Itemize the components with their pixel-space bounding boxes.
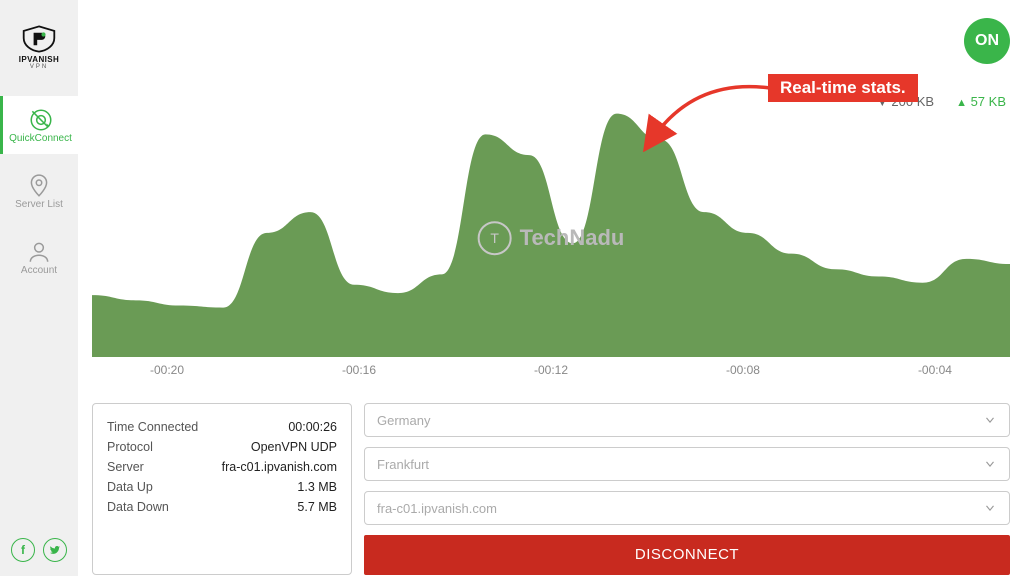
x-tick: -00:20 [150,363,184,377]
x-tick: -00:16 [342,363,376,377]
brand-logo: IPVANISH VPN [9,24,69,70]
chevron-down-icon [983,457,997,471]
connection-controls: Germany Frankfurt fra-c01.ipvanish.com D… [364,403,1010,575]
sidebar: IPVANISH VPN QuickConnect Server List Ac… [0,0,78,576]
area-chart-svg [92,98,1010,357]
info-row: Data Up1.3 MB [107,480,337,494]
traffic-chart: ▼ 200 KB ▲ 57 KB T TechNadu [92,98,1010,357]
x-tick: -00:12 [534,363,568,377]
brand-sub: VPN [30,64,48,70]
country-select[interactable]: Germany [364,403,1010,437]
target-icon [28,107,54,133]
info-row: ProtocolOpenVPN UDP [107,440,337,454]
upload-rate: ▲ 57 KB [956,94,1006,109]
connection-info-box: Time Connected00:00:26 ProtocolOpenVPN U… [92,403,352,575]
sidebar-item-serverlist[interactable]: Server List [0,162,78,220]
x-tick: -00:04 [918,363,952,377]
server-select[interactable]: fra-c01.ipvanish.com [364,491,1010,525]
city-select[interactable]: Frankfurt [364,447,1010,481]
social-links: f [0,538,78,562]
sidebar-item-label: Server List [15,199,63,210]
arrow-up-icon: ▲ [956,97,967,109]
location-pin-icon [26,173,52,199]
chevron-down-icon [983,413,997,427]
chevron-down-icon [983,501,997,515]
main-panel: ON Real-time stats. ▼ 200 KB ▲ 57 KB T T… [78,0,1024,576]
select-value: Frankfurt [377,457,429,472]
app-root: IPVANISH VPN QuickConnect Server List Ac… [0,0,1024,576]
select-value: Germany [377,413,430,428]
chart-x-axis: -00:20 -00:16 -00:12 -00:08 -00:04 [92,357,1010,377]
user-icon [26,239,52,265]
status-badge[interactable]: ON [964,18,1010,64]
facebook-icon[interactable]: f [11,538,35,562]
twitter-icon[interactable] [43,538,67,562]
info-row: Data Down5.7 MB [107,500,337,514]
sidebar-item-label: Account [21,265,57,276]
sidebar-item-account[interactable]: Account [0,228,78,286]
disconnect-button[interactable]: DISCONNECT [364,535,1010,575]
shield-p-icon [21,25,57,53]
info-row: Serverfra-c01.ipvanish.com [107,460,337,474]
select-value: fra-c01.ipvanish.com [377,501,497,516]
lower-panel: Time Connected00:00:26 ProtocolOpenVPN U… [92,403,1010,575]
brand-name: IPVANISH [19,55,59,64]
sidebar-nav: QuickConnect Server List Account [0,96,78,286]
sidebar-item-quickconnect[interactable]: QuickConnect [0,96,78,154]
annotation-callout: Real-time stats. [768,74,918,102]
x-tick: -00:08 [726,363,760,377]
info-row: Time Connected00:00:26 [107,420,337,434]
sidebar-item-label: QuickConnect [9,133,72,144]
